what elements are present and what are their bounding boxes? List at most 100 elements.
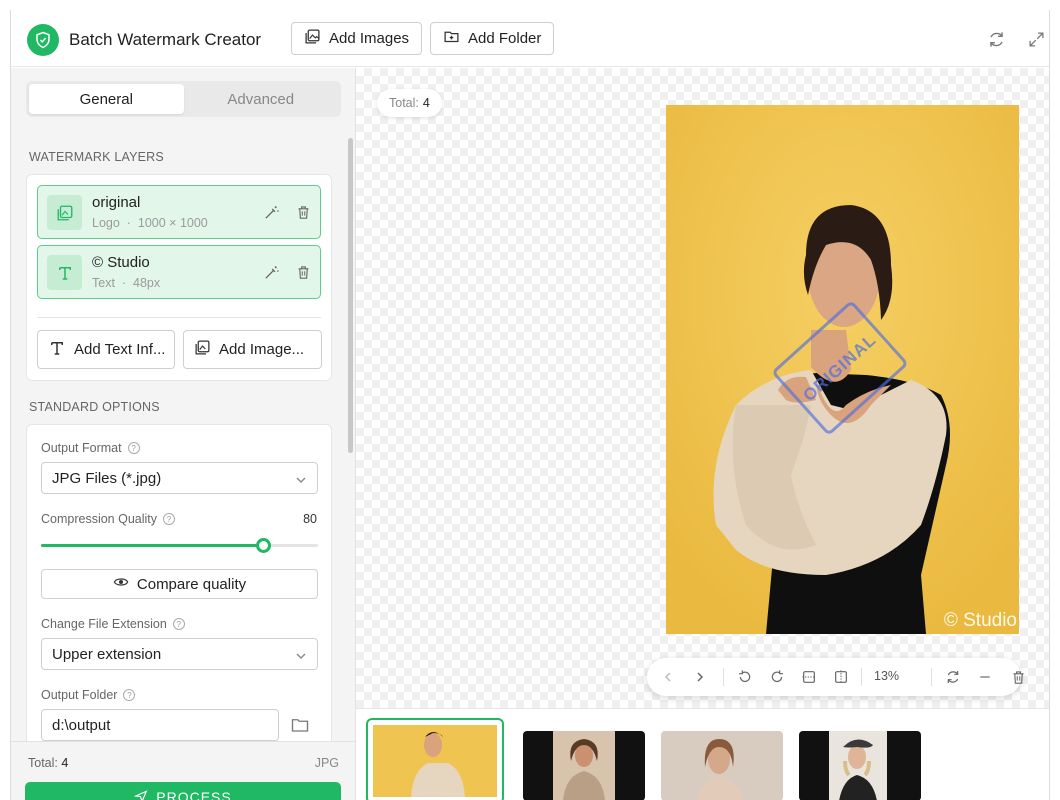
image-total-label: Total:	[389, 96, 419, 110]
folder-icon[interactable]	[291, 717, 309, 738]
add-text-layer-label: Add Text Inf...	[74, 341, 166, 358]
image-total-value: 4	[422, 96, 430, 110]
compression-quality-slider[interactable]	[41, 538, 318, 553]
thumbnail-image	[799, 731, 921, 800]
flip-horizontal-icon[interactable]	[832, 668, 850, 686]
zoom-level: 13%	[874, 669, 900, 683]
thumbnail-strip	[356, 708, 1049, 800]
thumbnail-image	[661, 731, 783, 800]
thumbnail-item[interactable]	[799, 731, 921, 800]
sidebar-scrollbar[interactable]	[348, 138, 353, 453]
app-window: Batch Watermark Creator Add Images Add F…	[10, 10, 1050, 800]
chevron-down-icon	[295, 649, 307, 666]
layer-detail: 1000 × 1000	[137, 216, 208, 230]
add-folder-label: Add Folder	[468, 30, 542, 47]
add-images-button[interactable]: Add Images	[291, 22, 423, 55]
text-watermark: © Studio	[943, 610, 1017, 631]
rotate-right-icon[interactable]	[768, 668, 786, 686]
layer-name: © Studio	[92, 254, 150, 271]
layer-item-original[interactable]: original Logo · 1000 × 1000	[37, 185, 321, 239]
output-format-label: Output Format ?	[41, 441, 140, 455]
trash-icon[interactable]	[294, 263, 312, 281]
add-image-layer-label: Add Image...	[219, 341, 305, 358]
layers-divider	[37, 317, 321, 318]
output-folder-value: d:\output	[52, 716, 111, 734]
shield-logo-icon	[27, 24, 59, 56]
output-format-value: JPG Files (*.jpg)	[52, 469, 162, 487]
layer-item-studio[interactable]: © Studio Text · 48px	[37, 245, 321, 299]
footer-format: JPG	[314, 756, 339, 770]
settings-tabs: General Advanced	[26, 81, 341, 117]
rotate-left-icon[interactable]	[736, 668, 754, 686]
process-button[interactable]: PROCESS	[25, 782, 341, 800]
refresh-icon[interactable]	[985, 28, 1007, 50]
eye-icon	[113, 574, 129, 594]
sidebar-footer: Total: 4 JPG PROCESS	[11, 741, 355, 800]
compression-quality-value: 80	[303, 512, 317, 526]
chevron-left-icon[interactable]	[659, 668, 677, 686]
magic-wand-icon[interactable]	[262, 263, 280, 281]
layer-meta-separator: ·	[121, 276, 127, 290]
images-icon	[194, 339, 211, 360]
compression-quality-label: Compression Quality ?	[41, 512, 176, 526]
process-label: PROCESS	[156, 789, 232, 800]
zoom-out-icon[interactable]	[976, 668, 994, 686]
chevron-down-icon	[295, 473, 307, 490]
footer-total-label: Total:	[28, 756, 58, 770]
toolbar-separator	[931, 668, 932, 686]
chevron-right-icon[interactable]	[691, 668, 709, 686]
layer-kind: Text	[92, 276, 115, 290]
output-folder-input[interactable]: d:\output	[41, 709, 279, 741]
add-text-layer-button[interactable]: Add Text Inf...	[37, 330, 175, 369]
thumbnail-item[interactable]	[366, 718, 504, 800]
toolbar-separator	[723, 668, 724, 686]
text-layer-icon	[47, 255, 82, 290]
app-header: Batch Watermark Creator Add Images Add F…	[11, 10, 1049, 67]
preview-image[interactable]: ORIGINAL © Studio	[666, 105, 1019, 634]
tab-general[interactable]: General	[29, 84, 184, 114]
layers-card: original Logo · 1000 × 1000 © Studio Tex…	[26, 174, 332, 381]
output-folder-label-text: Output Folder	[41, 688, 118, 702]
thumbnail-image	[523, 731, 645, 800]
flip-vertical-icon[interactable]	[800, 668, 818, 686]
help-icon[interactable]: ?	[123, 689, 136, 701]
viewer-toolbar: 13%	[647, 658, 1023, 696]
reset-icon[interactable]	[944, 668, 962, 686]
standard-options-heading: STANDARD OPTIONS	[29, 400, 160, 414]
preview-canvas[interactable]: Total: 4 ORIGINAL © Studio 13%	[356, 68, 1049, 708]
compression-quality-label-text: Compression Quality	[41, 512, 158, 526]
compare-quality-button[interactable]: Compare quality	[41, 569, 318, 599]
send-icon	[133, 789, 148, 800]
images-icon	[304, 28, 321, 49]
thumbnail-item[interactable]	[523, 731, 645, 800]
output-format-select[interactable]: JPG Files (*.jpg)	[41, 462, 318, 494]
options-card: Output Format ? JPG Files (*.jpg) Compre…	[26, 424, 332, 744]
slider-handle[interactable]	[255, 538, 271, 553]
stamp-text: ORIGINAL	[799, 330, 880, 406]
layer-kind: Logo	[92, 216, 120, 230]
layer-meta: Text · 48px	[92, 276, 160, 290]
output-format-label-text: Output Format	[41, 441, 122, 455]
settings-sidebar: General Advanced WATERMARK LAYERS origin…	[11, 68, 356, 800]
thumbnail-item[interactable]	[661, 731, 783, 800]
add-folder-button[interactable]: Add Folder	[430, 22, 555, 55]
help-icon[interactable]: ?	[172, 618, 185, 630]
tab-advanced[interactable]: Advanced	[184, 84, 339, 114]
add-image-layer-button[interactable]: Add Image...	[183, 330, 322, 369]
app-title: Batch Watermark Creator	[69, 30, 262, 49]
magic-wand-icon[interactable]	[262, 203, 280, 221]
thumbnail-image	[373, 725, 497, 797]
compare-quality-label: Compare quality	[136, 575, 247, 593]
footer-total-value: 4	[61, 756, 69, 770]
help-icon[interactable]: ?	[163, 513, 176, 525]
fullscreen-icon[interactable]	[1025, 28, 1047, 50]
trash-icon[interactable]	[294, 203, 312, 221]
change-extension-select[interactable]: Upper extension	[41, 638, 318, 670]
image-layer-icon	[47, 195, 82, 230]
output-folder-label: Output Folder ?	[41, 688, 136, 702]
toolbar-separator	[861, 668, 862, 686]
layer-name: original	[92, 194, 141, 211]
text-icon	[48, 339, 66, 361]
trash-icon[interactable]	[1009, 668, 1027, 686]
help-icon[interactable]: ?	[127, 442, 140, 454]
